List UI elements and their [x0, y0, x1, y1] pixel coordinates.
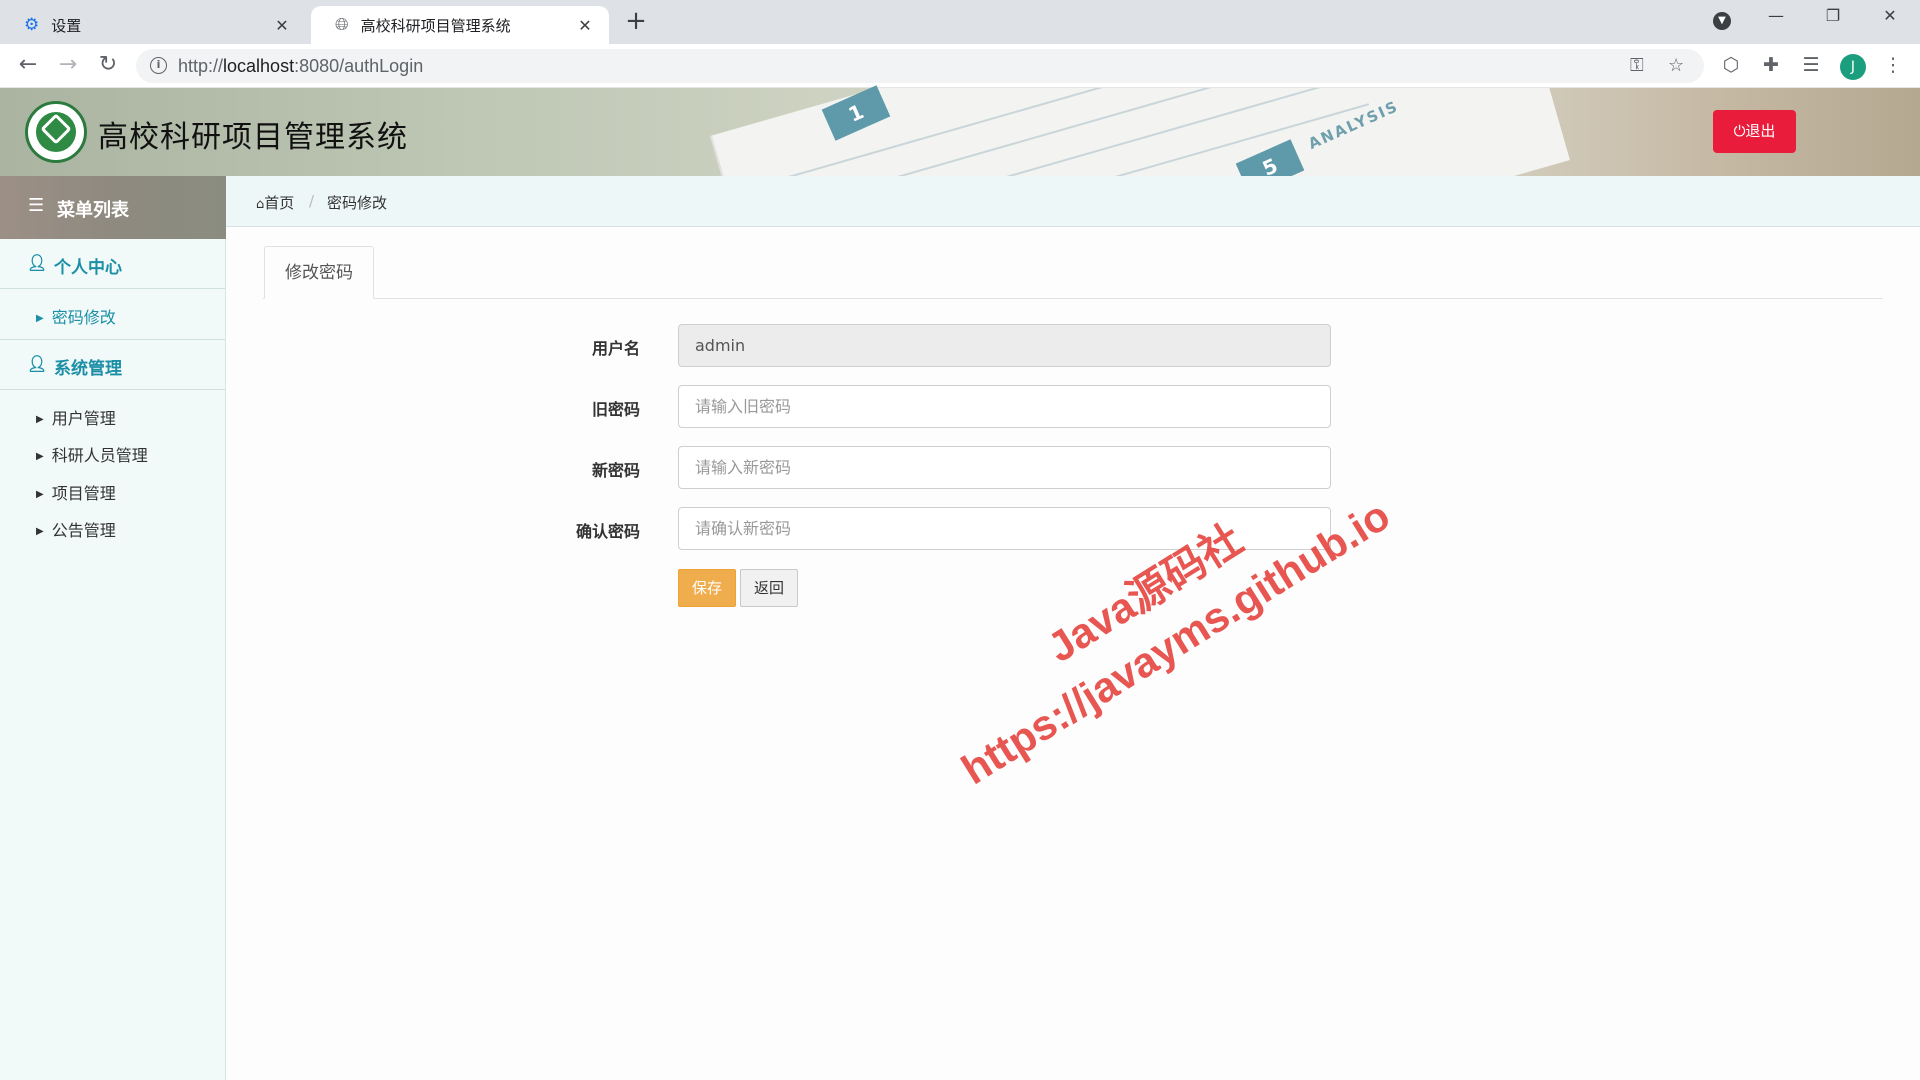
sidebar-item-label: 科研人员管理	[51, 446, 148, 465]
breadcrumb-home-label: 首页	[264, 194, 295, 212]
reload-icon[interactable]: ↻	[94, 52, 122, 80]
breadcrumb-current: 密码修改	[327, 194, 388, 212]
url-host: localhost	[223, 56, 295, 76]
sidebar-item-label: 公告管理	[51, 521, 116, 540]
sidebar-group-system-management[interactable]: 👤︎ 系统管理	[0, 340, 225, 390]
back-arrow-icon[interactable]: ←	[14, 52, 42, 80]
forward-arrow-icon[interactable]: →	[54, 52, 82, 80]
browser-toolbar: ← → ↻ i http://localhost:8080/authLogin …	[0, 44, 1920, 88]
gear-icon: ⚙	[24, 15, 40, 35]
menu-header: ☰ 菜单列表	[0, 176, 226, 239]
old-password-label: 旧密码	[591, 400, 640, 419]
menu-header-label: 菜单列表	[57, 200, 129, 221]
caret-right-icon: ▶	[36, 489, 44, 500]
username-label: 用户名	[591, 339, 640, 358]
browser-tabstrip: ⚙ 设置 ✕ 🌐︎ 高校科研项目管理系统 ✕ + ▼ — ❐ ✕	[0, 0, 1920, 44]
window-close-icon[interactable]: ✕	[1878, 6, 1902, 25]
url-path: :8080/authLogin	[294, 56, 424, 76]
sidebar-group-label: 个人中心	[54, 258, 122, 278]
puzzle-icon[interactable]: ✚	[1758, 54, 1784, 76]
sidebar-group-label: 系统管理	[54, 359, 122, 379]
caret-right-icon: ▶	[36, 451, 44, 462]
caret-right-icon: ▶	[36, 526, 44, 537]
browser-tab-app[interactable]: 🌐︎ 高校科研项目管理系统 ✕	[311, 6, 609, 44]
watermark: Java源码社 https://javayms.github.io	[920, 438, 1401, 799]
new-password-field[interactable]	[678, 446, 1331, 489]
reading-list-icon[interactable]: ☰	[1798, 54, 1824, 76]
sidebar-item-password-change[interactable]: ▶ 密码修改	[36, 304, 116, 328]
app-title: 高校科研项目管理系统	[98, 120, 408, 155]
sidebar-item-label: 项目管理	[51, 484, 116, 503]
confirm-password-label: 确认密码	[575, 522, 640, 541]
tab-search-icon[interactable]: ▼	[1710, 8, 1734, 30]
url-prefix: http://	[178, 56, 224, 76]
close-icon[interactable]: ✕	[575, 16, 595, 35]
sidebar: ☰ 菜单列表 👤︎ 个人中心 ▶ 密码修改 👤︎ 系统管理 ▶ 用户管理 ▶ 科研人员…	[0, 176, 226, 1080]
sidebar-item-project-management[interactable]: ▶ 项目管理	[36, 480, 116, 504]
minimize-icon[interactable]: —	[1764, 6, 1788, 25]
list-icon: ☰	[28, 195, 45, 216]
sidebar-item-researcher-management[interactable]: ▶ 科研人员管理	[36, 442, 148, 466]
star-icon[interactable]: ☆	[1668, 55, 1684, 76]
sidebar-item-label: 密码修改	[51, 308, 116, 327]
restore-icon[interactable]: ❐	[1821, 6, 1845, 25]
sidebar-item-label: 用户管理	[51, 409, 116, 428]
university-logo	[25, 101, 87, 163]
tab-change-password[interactable]: 修改密码	[264, 246, 374, 299]
sidebar-item-announcement-management[interactable]: ▶ 公告管理	[36, 517, 116, 541]
logout-button[interactable]: ⏻退出	[1713, 110, 1796, 153]
sidebar-group-personal-center[interactable]: 👤︎ 个人中心	[0, 239, 225, 289]
browser-tab-settings[interactable]: ⚙ 设置 ✕	[0, 6, 306, 44]
info-icon[interactable]: i	[150, 57, 167, 74]
breadcrumb: ⌂首页 / 密码修改	[226, 176, 1920, 227]
old-password-field[interactable]	[678, 385, 1331, 428]
caret-right-icon: ▶	[36, 414, 44, 425]
breadcrumb-home[interactable]: ⌂首页	[256, 192, 294, 213]
new-password-label: 新密码	[591, 461, 640, 480]
url-text[interactable]: http://localhost:8080/authLogin	[178, 56, 423, 77]
tab-title: 设置	[51, 16, 82, 35]
address-bar[interactable]: i http://localhost:8080/authLogin ⚿ ☆	[136, 49, 1704, 83]
save-button[interactable]: 保存	[678, 569, 736, 607]
content-tabs-underline	[263, 298, 1883, 299]
user-icon: 👤︎	[27, 354, 48, 373]
caret-right-icon: ▶	[36, 313, 44, 324]
key-icon[interactable]: ⚿	[1630, 55, 1644, 76]
user-icon: 👤︎	[27, 253, 48, 272]
username-field[interactable]	[678, 324, 1331, 367]
extension-icon[interactable]: ⬡	[1718, 54, 1744, 76]
back-button[interactable]: 返回	[740, 569, 798, 607]
tab-title: 高校科研项目管理系统	[360, 16, 511, 35]
breadcrumb-separator: /	[309, 192, 315, 210]
sidebar-item-user-management[interactable]: ▶ 用户管理	[36, 405, 116, 429]
more-menu-icon[interactable]: ⋮	[1880, 54, 1906, 76]
profile-avatar[interactable]: J	[1840, 54, 1866, 80]
globe-icon: 🌐︎	[335, 15, 349, 35]
new-tab-button[interactable]: +	[624, 8, 648, 36]
close-icon[interactable]: ✕	[272, 16, 292, 35]
